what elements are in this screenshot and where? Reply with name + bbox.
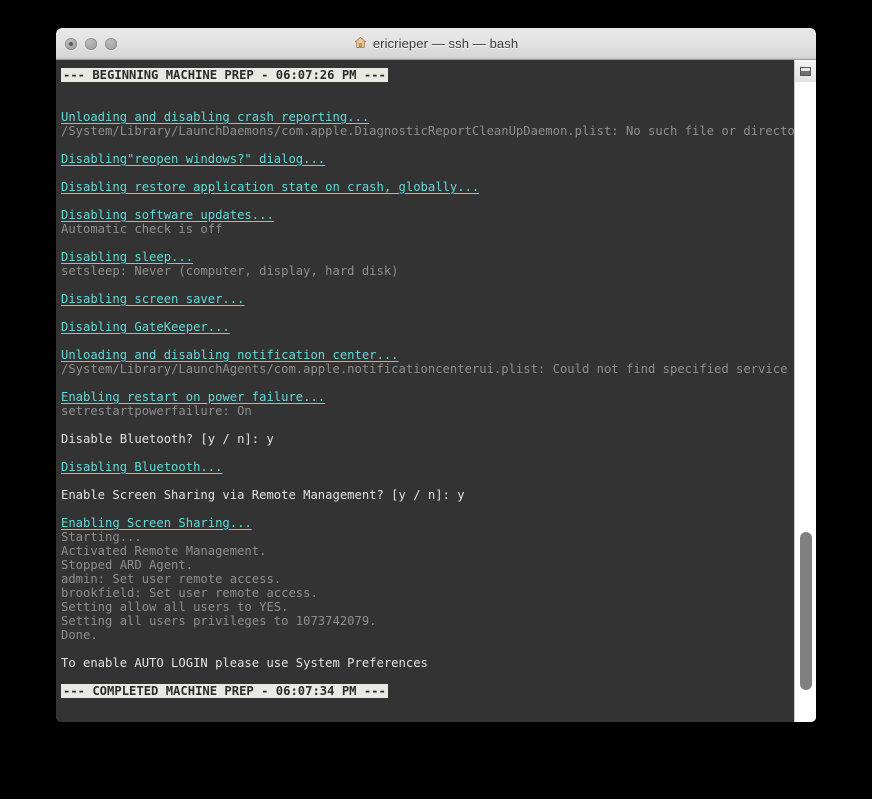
terminal-line-text: Enabling restart on power failure... (61, 390, 326, 404)
window-title-bar[interactable]: ericrieper — ssh — bash (56, 28, 816, 60)
terminal-line: --- BEGINNING MACHINE PREP - 06:07:26 PM… (61, 68, 794, 82)
terminal-line: To enable AUTO LOGIN please use System P… (61, 656, 794, 670)
terminal-line-text: Disabling restore application state on c… (61, 180, 480, 194)
terminal-line-text: Unloading and disabling notification cen… (61, 348, 399, 362)
minimize-button[interactable] (85, 37, 97, 50)
terminal-line: Setting all users privileges to 10737420… (61, 614, 794, 628)
terminal-line-text: setsleep: Never (computer, display, hard… (61, 264, 399, 278)
terminal-line-text: admin: Set user remote access. (61, 572, 282, 586)
terminal-line: /System/Library/LaunchAgents/com.apple.n… (61, 362, 794, 376)
terminal-line-text: /System/Library/LaunchDaemons/com.apple.… (61, 124, 794, 138)
terminal-line-text: Starting... (61, 530, 142, 544)
terminal-line: Setting allow all users to YES. (61, 600, 794, 614)
terminal-line: Disabling Bluetooth... (61, 460, 794, 474)
terminal-line-text: Enable Screen Sharing via Remote Managem… (61, 488, 465, 502)
terminal-line-text: Stopped ARD Agent. (61, 558, 194, 572)
terminal-line-text: Disabling sleep... (61, 250, 194, 264)
scrollbar-split-handle[interactable] (795, 60, 816, 83)
terminal-line: Disabling sleep... (61, 250, 794, 264)
terminal-line: Disabling software updates... (61, 208, 794, 222)
terminal-line: Activated Remote Management. (61, 544, 794, 558)
home-icon (354, 36, 367, 52)
terminal-line: setsleep: Never (computer, display, hard… (61, 264, 794, 278)
scrollbar-thumb[interactable] (800, 532, 812, 690)
scrollbar-track[interactable] (795, 82, 816, 722)
terminal-line: Disable Bluetooth? [y / n]: y (61, 432, 794, 446)
terminal-line: --- COMPLETED MACHINE PREP - 06:07:34 PM… (61, 684, 794, 698)
terminal-line: Unloading and disabling crash reporting.… (61, 110, 794, 124)
terminal-output[interactable]: --- BEGINNING MACHINE PREP - 06:07:26 PM… (56, 60, 794, 722)
terminal-line: Disabling screen saver... (61, 292, 794, 306)
window-title: ericrieper — ssh — bash (354, 36, 518, 52)
terminal-line-text: --- COMPLETED MACHINE PREP - 06:07:34 PM… (61, 684, 388, 698)
split-pane-icon (800, 66, 811, 76)
terminal-line-text: Disabling Bluetooth... (61, 460, 223, 474)
terminal-line-text: Disabling"reopen windows?" dialog... (61, 152, 326, 166)
terminal-line-text: Disabling screen saver... (61, 292, 245, 306)
terminal-line: Disabling restore application state on c… (61, 180, 794, 194)
terminal-line: Unloading and disabling notification cen… (61, 348, 794, 362)
terminal-line-text: Disable Bluetooth? [y / n]: y (61, 432, 274, 446)
terminal-line-text: Activated Remote Management. (61, 544, 267, 558)
terminal-line: Enabling Screen Sharing... (61, 516, 794, 530)
terminal-line-text: Unloading and disabling crash reporting.… (61, 110, 370, 124)
terminal-line: Enabling restart on power failure... (61, 390, 794, 404)
terminal-line: Disabling GateKeeper... (61, 320, 794, 334)
terminal-line: /System/Library/LaunchDaemons/com.apple.… (61, 124, 794, 138)
terminal-scrollbar[interactable] (794, 60, 816, 722)
terminal-line: Done. (61, 628, 794, 642)
terminal-line: Enable Screen Sharing via Remote Managem… (61, 488, 794, 502)
window-title-text: ericrieper — ssh — bash (372, 36, 519, 51)
terminal-window[interactable]: ericrieper — ssh — bash --- BEGINNING MA… (56, 28, 816, 722)
window-controls (65, 28, 117, 59)
terminal-line: Starting... (61, 530, 794, 544)
terminal-line: Stopped ARD Agent. (61, 558, 794, 572)
terminal-line-text: To enable AUTO LOGIN please use System P… (61, 656, 428, 670)
terminal-body[interactable]: --- BEGINNING MACHINE PREP - 06:07:26 PM… (56, 60, 816, 722)
terminal-line-text: Setting allow all users to YES. (61, 600, 289, 614)
terminal-line-text: Disabling software updates... (61, 208, 274, 222)
terminal-line-text: --- BEGINNING MACHINE PREP - 06:07:26 PM… (61, 68, 388, 82)
terminal-line: Automatic check is off (61, 222, 794, 236)
terminal-line-text: Disabling GateKeeper... (61, 320, 230, 334)
terminal-line: Disabling"reopen windows?" dialog... (61, 152, 794, 166)
close-button[interactable] (65, 37, 77, 50)
terminal-line: brookfield: Set user remote access. (61, 586, 794, 600)
terminal-line-text: Automatic check is off (61, 222, 223, 236)
terminal-line-text: Done. (61, 628, 98, 642)
terminal-line-text: brookfield: Set user remote access. (61, 586, 318, 600)
terminal-line: setrestartpowerfailure: On (61, 404, 794, 418)
terminal-line-text: /System/Library/LaunchAgents/com.apple.n… (61, 362, 788, 376)
zoom-button[interactable] (105, 37, 117, 50)
terminal-line: admin: Set user remote access. (61, 572, 794, 586)
terminal-line-text: setrestartpowerfailure: On (61, 404, 252, 418)
terminal-line-text: Setting all users privileges to 10737420… (61, 614, 377, 628)
terminal-line-text: Enabling Screen Sharing... (61, 516, 252, 530)
